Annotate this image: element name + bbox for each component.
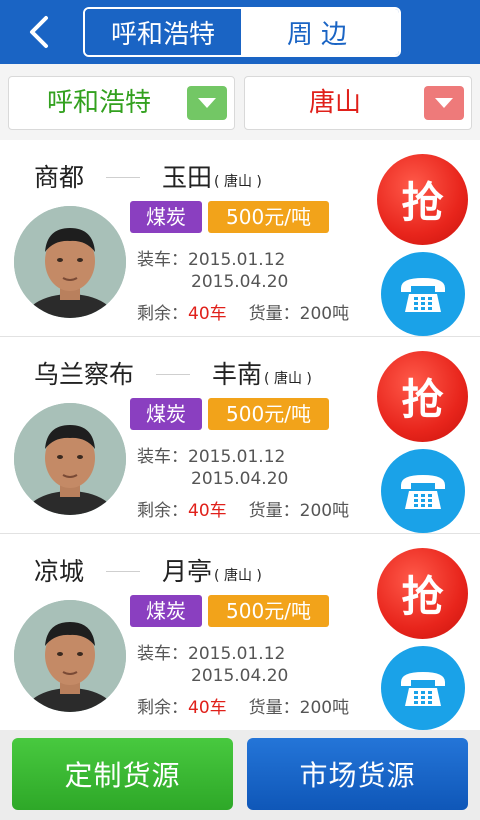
cargo-type-badge: 煤炭 [130, 595, 202, 627]
volume-label: 货量： [248, 501, 300, 521]
volume-value: 200吨 [299, 698, 350, 718]
remain-label: 剩余： [137, 501, 188, 521]
stock-info: 剩余：40车 货量：200吨 [137, 693, 349, 718]
region-tabs: 呼和浩特 周边 [83, 7, 401, 57]
route-to-region: ( 唐山 ) [264, 371, 312, 387]
origin-value: 呼和浩特 [47, 88, 152, 118]
price-badge: 500元/吨 [208, 398, 329, 430]
load-end-date: 2015.04.20 [191, 666, 289, 686]
load-dates: 装车：2015.01.12 [137, 245, 285, 270]
volume-label: 货量： [248, 304, 300, 324]
phone-icon [401, 278, 445, 312]
list-item[interactable]: 商都 玉田 ( 唐山 ) 煤炭 500元/吨 装车：2015.01.12 201… [0, 140, 480, 337]
back-button[interactable] [22, 12, 58, 52]
avatar[interactable] [14, 600, 126, 712]
grab-order-button[interactable]: 抢 [377, 154, 468, 245]
route-to: 玉田 [162, 163, 213, 192]
load-label: 装车： [137, 644, 188, 664]
origin-select[interactable]: 呼和浩特 [8, 76, 235, 130]
avatar[interactable] [14, 206, 126, 318]
dropdown-arrow-icon[interactable] [424, 86, 464, 120]
dropdown-arrow-icon[interactable] [187, 86, 227, 120]
tab-nearby[interactable]: 周边 [243, 9, 399, 55]
route-filter: 呼和浩特 唐山 [0, 64, 480, 140]
load-dates: 装车：2015.01.12 [137, 442, 285, 467]
cargo-type-badge: 煤炭 [130, 201, 202, 233]
load-label: 装车： [137, 250, 188, 270]
route-divider [106, 177, 141, 178]
stock-info: 剩余：40车 货量：200吨 [137, 299, 349, 324]
market-cargo-button[interactable]: 市场货源 [247, 738, 468, 810]
route-to: 丰南 [212, 360, 263, 389]
top-bar: 呼和浩特 周边 [0, 0, 480, 64]
load-start-date: 2015.01.12 [188, 250, 286, 270]
load-start-date: 2015.01.12 [188, 644, 286, 664]
grab-order-button[interactable]: 抢 [377, 351, 468, 442]
route: 凉城 月亭 ( 唐山 ) [34, 552, 262, 586]
route-to: 月亭 [162, 557, 213, 586]
bottom-action-bar: 定制货源 市场货源 [0, 730, 480, 820]
custom-cargo-button[interactable]: 定制货源 [12, 738, 233, 810]
phone-icon [401, 672, 445, 706]
load-end-date: 2015.04.20 [191, 469, 289, 489]
destination-select[interactable]: 唐山 [244, 76, 472, 130]
grab-order-button[interactable]: 抢 [377, 548, 468, 639]
price-badge: 500元/吨 [208, 201, 329, 233]
route-from: 凉城 [34, 557, 85, 586]
route: 商都 玉田 ( 唐山 ) [34, 158, 262, 192]
destination-value: 唐山 [309, 88, 362, 118]
route-divider [106, 571, 141, 572]
load-end-date: 2015.04.20 [191, 272, 289, 292]
volume-label: 货量： [248, 698, 300, 718]
load-start-date: 2015.01.12 [188, 447, 286, 467]
remain-label: 剩余： [137, 304, 188, 324]
remain-label: 剩余： [137, 698, 188, 718]
remain-value: 40车 [188, 501, 227, 521]
route-divider [156, 374, 191, 375]
route: 乌兰察布 丰南 ( 唐山 ) [34, 355, 312, 389]
call-button[interactable] [381, 449, 465, 533]
load-label: 装车： [137, 447, 188, 467]
cargo-list: 商都 玉田 ( 唐山 ) 煤炭 500元/吨 装车：2015.01.12 201… [0, 140, 480, 731]
route-from: 商都 [34, 163, 85, 192]
phone-icon [401, 475, 445, 509]
list-item[interactable]: 凉城 月亭 ( 唐山 ) 煤炭 500元/吨 装车：2015.01.12 201… [0, 534, 480, 731]
avatar[interactable] [14, 403, 126, 515]
tab-local[interactable]: 呼和浩特 [85, 9, 243, 55]
chevron-left-icon [30, 16, 48, 48]
cargo-type-badge: 煤炭 [130, 398, 202, 430]
call-button[interactable] [381, 252, 465, 336]
volume-value: 200吨 [299, 304, 350, 324]
remain-value: 40车 [188, 698, 227, 718]
call-button[interactable] [381, 646, 465, 730]
route-from: 乌兰察布 [34, 360, 135, 389]
list-item[interactable]: 乌兰察布 丰南 ( 唐山 ) 煤炭 500元/吨 装车：2015.01.12 2… [0, 337, 480, 534]
price-badge: 500元/吨 [208, 595, 329, 627]
volume-value: 200吨 [299, 501, 350, 521]
stock-info: 剩余：40车 货量：200吨 [137, 496, 349, 521]
load-dates: 装车：2015.01.12 [137, 639, 285, 664]
route-to-region: ( 唐山 ) [214, 174, 262, 190]
remain-value: 40车 [188, 304, 227, 324]
route-to-region: ( 唐山 ) [214, 568, 262, 584]
